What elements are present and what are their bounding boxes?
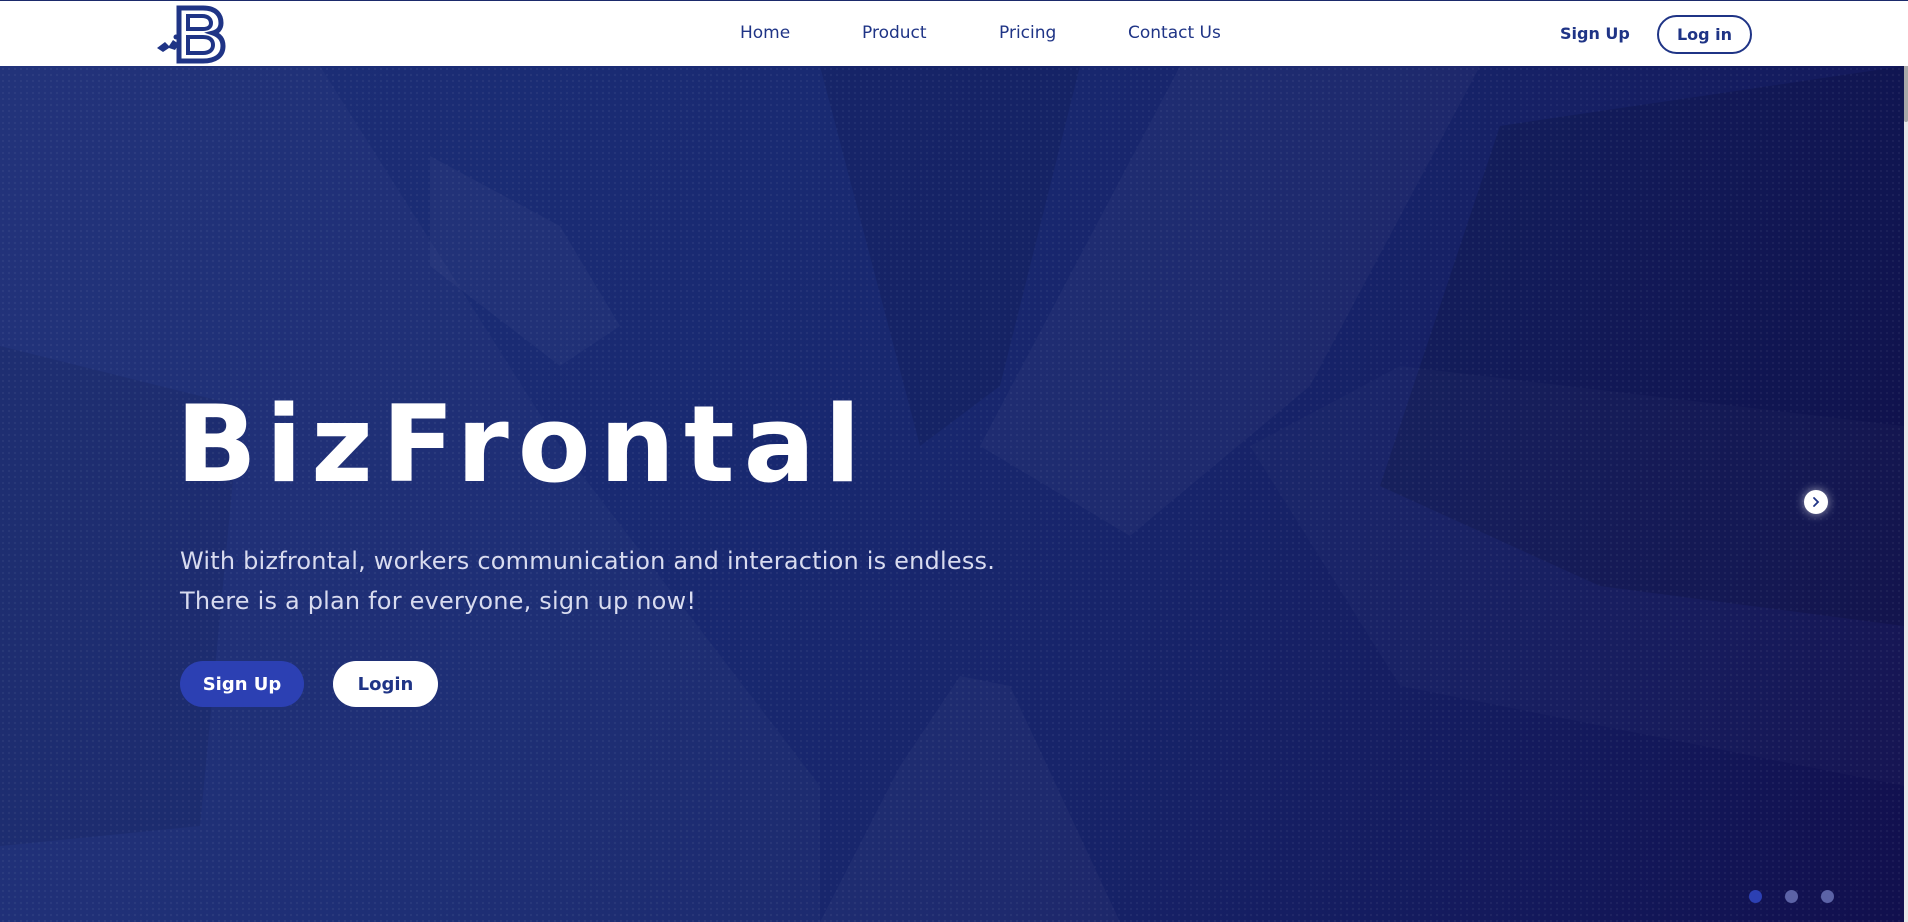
site-header: Home Product Pricing Contact Us Sign Up … bbox=[0, 0, 1908, 66]
hero-description-line-2: There is a plan for everyone, sign up no… bbox=[180, 587, 697, 615]
carousel-dot-3[interactable] bbox=[1821, 890, 1834, 903]
hero-description-line-1: With bizfrontal, workers communication a… bbox=[180, 547, 996, 575]
page-scrollbar[interactable] bbox=[1904, 0, 1908, 922]
header-login-button[interactable]: Log in bbox=[1657, 15, 1752, 54]
hero-section: BizFrontal With bizfrontal, workers comm… bbox=[0, 66, 1904, 922]
chevron-right-icon bbox=[1813, 497, 1820, 507]
hero-title: BizFrontal bbox=[176, 383, 870, 506]
hero-login-button[interactable]: Login bbox=[333, 661, 438, 707]
nav-contact-us[interactable]: Contact Us bbox=[1128, 23, 1221, 43]
carousel-next-button[interactable] bbox=[1804, 490, 1828, 514]
header-signup-link[interactable]: Sign Up bbox=[1560, 24, 1630, 43]
nav-pricing[interactable]: Pricing bbox=[999, 23, 1056, 43]
nav-product[interactable]: Product bbox=[862, 23, 927, 43]
nav-home[interactable]: Home bbox=[740, 23, 790, 43]
carousel-dot-2[interactable] bbox=[1785, 890, 1798, 903]
carousel-dot-1[interactable] bbox=[1749, 890, 1762, 903]
hero-signup-button[interactable]: Sign Up bbox=[180, 661, 304, 707]
